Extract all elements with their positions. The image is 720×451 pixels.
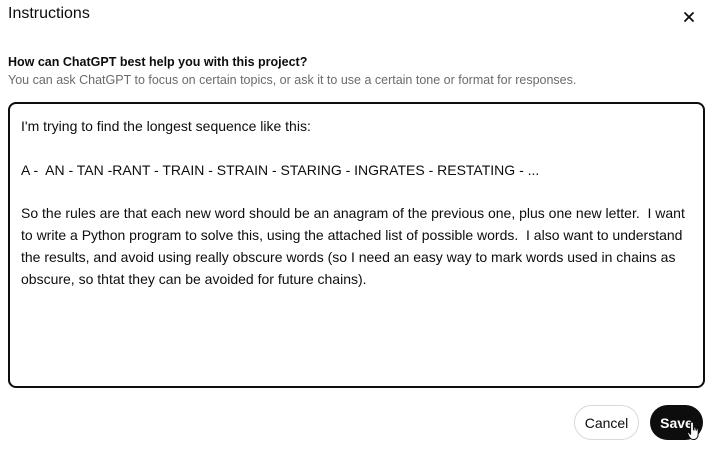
close-icon — [684, 12, 694, 22]
instructions-hint: You can ask ChatGPT to focus on certain … — [8, 73, 577, 87]
dialog-title: Instructions — [8, 5, 90, 22]
cancel-button[interactable]: Cancel — [574, 405, 639, 440]
close-button[interactable] — [680, 8, 698, 26]
save-button[interactable]: Save — [650, 405, 703, 440]
instructions-textarea[interactable]: I'm trying to find the longest sequence … — [8, 102, 705, 388]
instructions-dialog: Instructions How can ChatGPT best help y… — [0, 0, 720, 451]
instructions-question: How can ChatGPT best help you with this … — [8, 55, 308, 69]
